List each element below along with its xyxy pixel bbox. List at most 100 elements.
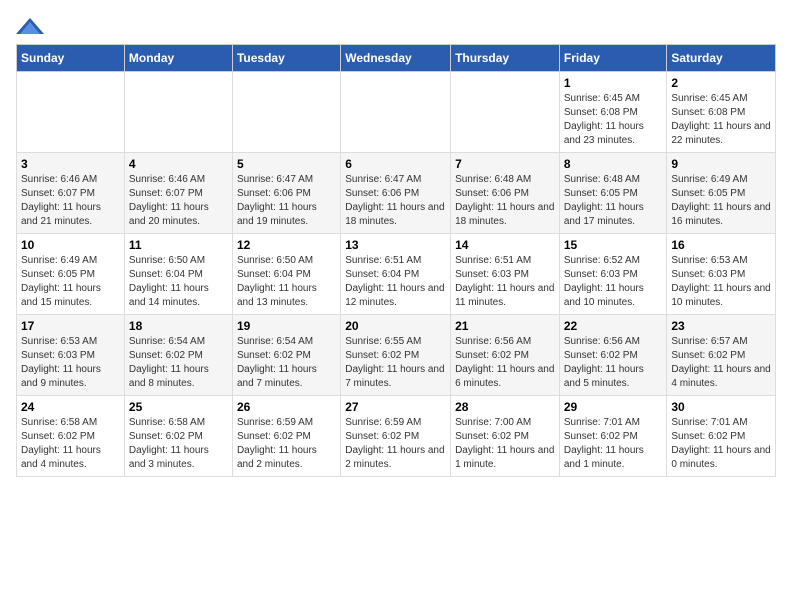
calendar-cell: 18 Sunrise: 6:54 AM Sunset: 6:02 PM Dayli… [124,315,232,396]
day-number: 18 [129,319,228,333]
day-number: 30 [671,400,771,414]
calendar-week-row: 24 Sunrise: 6:58 AM Sunset: 6:02 PM Dayli… [17,396,776,477]
day-info: Sunrise: 6:58 AM Sunset: 6:02 PM Dayligh… [129,416,228,472]
day-number: 26 [237,400,336,414]
calendar-cell: 21Sunrise: 6:56 AM Sunset: 6:02 PM Dayli… [451,315,560,396]
calendar-cell: 23 Sunrise: 6:57 AM Sunset: 6:02 PM Dayli… [667,315,776,396]
day-info: Sunrise: 6:55 AM Sunset: 6:02 PM Dayligh… [345,335,446,391]
day-number: 1 [564,76,663,90]
day-number: 24 [21,400,120,414]
logo-icon [16,16,44,36]
day-info: Sunrise: 6:53 AM Sunset: 6:03 PM Dayligh… [671,254,771,310]
day-number: 15 [564,238,663,252]
logo [16,16,48,36]
day-info: Sunrise: 6:51 AM Sunset: 6:04 PM Dayligh… [345,254,446,310]
calendar-cell: 6Sunrise: 6:47 AM Sunset: 6:06 PM Daylig… [341,153,451,234]
day-number: 13 [345,238,446,252]
day-info: Sunrise: 6:47 AM Sunset: 6:06 PM Dayligh… [237,173,336,229]
day-info: Sunrise: 6:58 AM Sunset: 6:02 PM Dayligh… [21,416,120,472]
day-info: Sunrise: 6:46 AM Sunset: 6:07 PM Dayligh… [21,173,120,229]
calendar-cell: 9 Sunrise: 6:49 AM Sunset: 6:05 PM Daylig… [667,153,776,234]
day-number: 8 [564,157,663,171]
calendar-cell: 1 Sunrise: 6:45 AM Sunset: 6:08 PM Daylig… [559,72,667,153]
day-number: 28 [455,400,555,414]
weekday-header-sunday: Sunday [17,45,125,72]
day-number: 27 [345,400,446,414]
weekday-header-friday: Friday [559,45,667,72]
day-number: 29 [564,400,663,414]
day-info: Sunrise: 6:45 AM Sunset: 6:08 PM Dayligh… [671,92,771,148]
calendar-cell [451,72,560,153]
day-info: Sunrise: 6:56 AM Sunset: 6:02 PM Dayligh… [455,335,555,391]
day-number: 7 [455,157,555,171]
calendar-cell: 5 Sunrise: 6:47 AM Sunset: 6:06 PM Daylig… [232,153,340,234]
weekday-header-thursday: Thursday [451,45,560,72]
calendar-cell: 30 Sunrise: 7:01 AM Sunset: 6:02 PM Dayli… [667,396,776,477]
calendar-cell: 10 Sunrise: 6:49 AM Sunset: 6:05 PM Dayli… [17,234,125,315]
calendar-week-row: 10 Sunrise: 6:49 AM Sunset: 6:05 PM Dayli… [17,234,776,315]
day-number: 12 [237,238,336,252]
day-number: 25 [129,400,228,414]
calendar-cell: 11 Sunrise: 6:50 AM Sunset: 6:04 PM Dayli… [124,234,232,315]
day-number: 23 [671,319,771,333]
calendar-cell: 16 Sunrise: 6:53 AM Sunset: 6:03 PM Dayli… [667,234,776,315]
calendar-cell: 17 Sunrise: 6:53 AM Sunset: 6:03 PM Dayli… [17,315,125,396]
day-info: Sunrise: 6:48 AM Sunset: 6:06 PM Dayligh… [455,173,555,229]
day-info: Sunrise: 6:50 AM Sunset: 6:04 PM Dayligh… [129,254,228,310]
calendar-cell: 28 Sunrise: 7:00 AM Sunset: 6:02 PM Dayli… [451,396,560,477]
day-info: Sunrise: 6:54 AM Sunset: 6:02 PM Dayligh… [129,335,228,391]
day-number: 19 [237,319,336,333]
calendar-week-row: 1 Sunrise: 6:45 AM Sunset: 6:08 PM Daylig… [17,72,776,153]
calendar-cell [17,72,125,153]
calendar-cell: 12 Sunrise: 6:50 AM Sunset: 6:04 PM Dayli… [232,234,340,315]
calendar-cell: 14Sunrise: 6:51 AM Sunset: 6:03 PM Dayli… [451,234,560,315]
day-info: Sunrise: 7:00 AM Sunset: 6:02 PM Dayligh… [455,416,555,472]
day-info: Sunrise: 6:56 AM Sunset: 6:02 PM Dayligh… [564,335,663,391]
calendar-cell: 13 Sunrise: 6:51 AM Sunset: 6:04 PM Dayli… [341,234,451,315]
day-number: 20 [345,319,446,333]
day-info: Sunrise: 6:45 AM Sunset: 6:08 PM Dayligh… [564,92,663,148]
day-info: Sunrise: 6:49 AM Sunset: 6:05 PM Dayligh… [671,173,771,229]
day-number: 9 [671,157,771,171]
day-number: 16 [671,238,771,252]
calendar-cell: 26 Sunrise: 6:59 AM Sunset: 6:02 PM Dayli… [232,396,340,477]
day-info: Sunrise: 6:54 AM Sunset: 6:02 PM Dayligh… [237,335,336,391]
day-number: 3 [21,157,120,171]
calendar-cell: 7 Sunrise: 6:48 AM Sunset: 6:06 PM Daylig… [451,153,560,234]
calendar-cell: 25 Sunrise: 6:58 AM Sunset: 6:02 PM Dayli… [124,396,232,477]
calendar-cell: 20 Sunrise: 6:55 AM Sunset: 6:02 PM Dayli… [341,315,451,396]
calendar-week-row: 17 Sunrise: 6:53 AM Sunset: 6:03 PM Dayli… [17,315,776,396]
calendar-cell [232,72,340,153]
day-info: Sunrise: 6:48 AM Sunset: 6:05 PM Dayligh… [564,173,663,229]
calendar-cell [124,72,232,153]
day-info: Sunrise: 6:49 AM Sunset: 6:05 PM Dayligh… [21,254,120,310]
weekday-header-tuesday: Tuesday [232,45,340,72]
calendar-cell: 8 Sunrise: 6:48 AM Sunset: 6:05 PM Daylig… [559,153,667,234]
day-info: Sunrise: 6:59 AM Sunset: 6:02 PM Dayligh… [237,416,336,472]
calendar-cell: 4 Sunrise: 6:46 AM Sunset: 6:07 PM Daylig… [124,153,232,234]
day-info: Sunrise: 6:46 AM Sunset: 6:07 PM Dayligh… [129,173,228,229]
day-info: Sunrise: 6:59 AM Sunset: 6:02 PM Dayligh… [345,416,446,472]
calendar-table: SundayMondayTuesdayWednesdayThursdayFrid… [16,44,776,477]
day-number: 5 [237,157,336,171]
day-info: Sunrise: 6:57 AM Sunset: 6:02 PM Dayligh… [671,335,771,391]
calendar-cell: 27 Sunrise: 6:59 AM Sunset: 6:02 PM Dayli… [341,396,451,477]
day-number: 4 [129,157,228,171]
day-info: Sunrise: 6:47 AM Sunset: 6:06 PM Dayligh… [345,173,446,229]
day-number: 22 [564,319,663,333]
calendar-cell: 29 Sunrise: 7:01 AM Sunset: 6:02 PM Dayli… [559,396,667,477]
calendar-cell: 2Sunrise: 6:45 AM Sunset: 6:08 PM Daylig… [667,72,776,153]
calendar-cell: 24 Sunrise: 6:58 AM Sunset: 6:02 PM Dayli… [17,396,125,477]
calendar-header-row: SundayMondayTuesdayWednesdayThursdayFrid… [17,45,776,72]
day-number: 17 [21,319,120,333]
day-info: Sunrise: 6:50 AM Sunset: 6:04 PM Dayligh… [237,254,336,310]
day-number: 14 [455,238,555,252]
day-number: 11 [129,238,228,252]
day-number: 10 [21,238,120,252]
day-info: Sunrise: 7:01 AM Sunset: 6:02 PM Dayligh… [671,416,771,472]
day-info: Sunrise: 7:01 AM Sunset: 6:02 PM Dayligh… [564,416,663,472]
day-info: Sunrise: 6:53 AM Sunset: 6:03 PM Dayligh… [21,335,120,391]
day-info: Sunrise: 6:52 AM Sunset: 6:03 PM Dayligh… [564,254,663,310]
calendar-cell: 19 Sunrise: 6:54 AM Sunset: 6:02 PM Dayli… [232,315,340,396]
calendar-cell: 3 Sunrise: 6:46 AM Sunset: 6:07 PM Daylig… [17,153,125,234]
